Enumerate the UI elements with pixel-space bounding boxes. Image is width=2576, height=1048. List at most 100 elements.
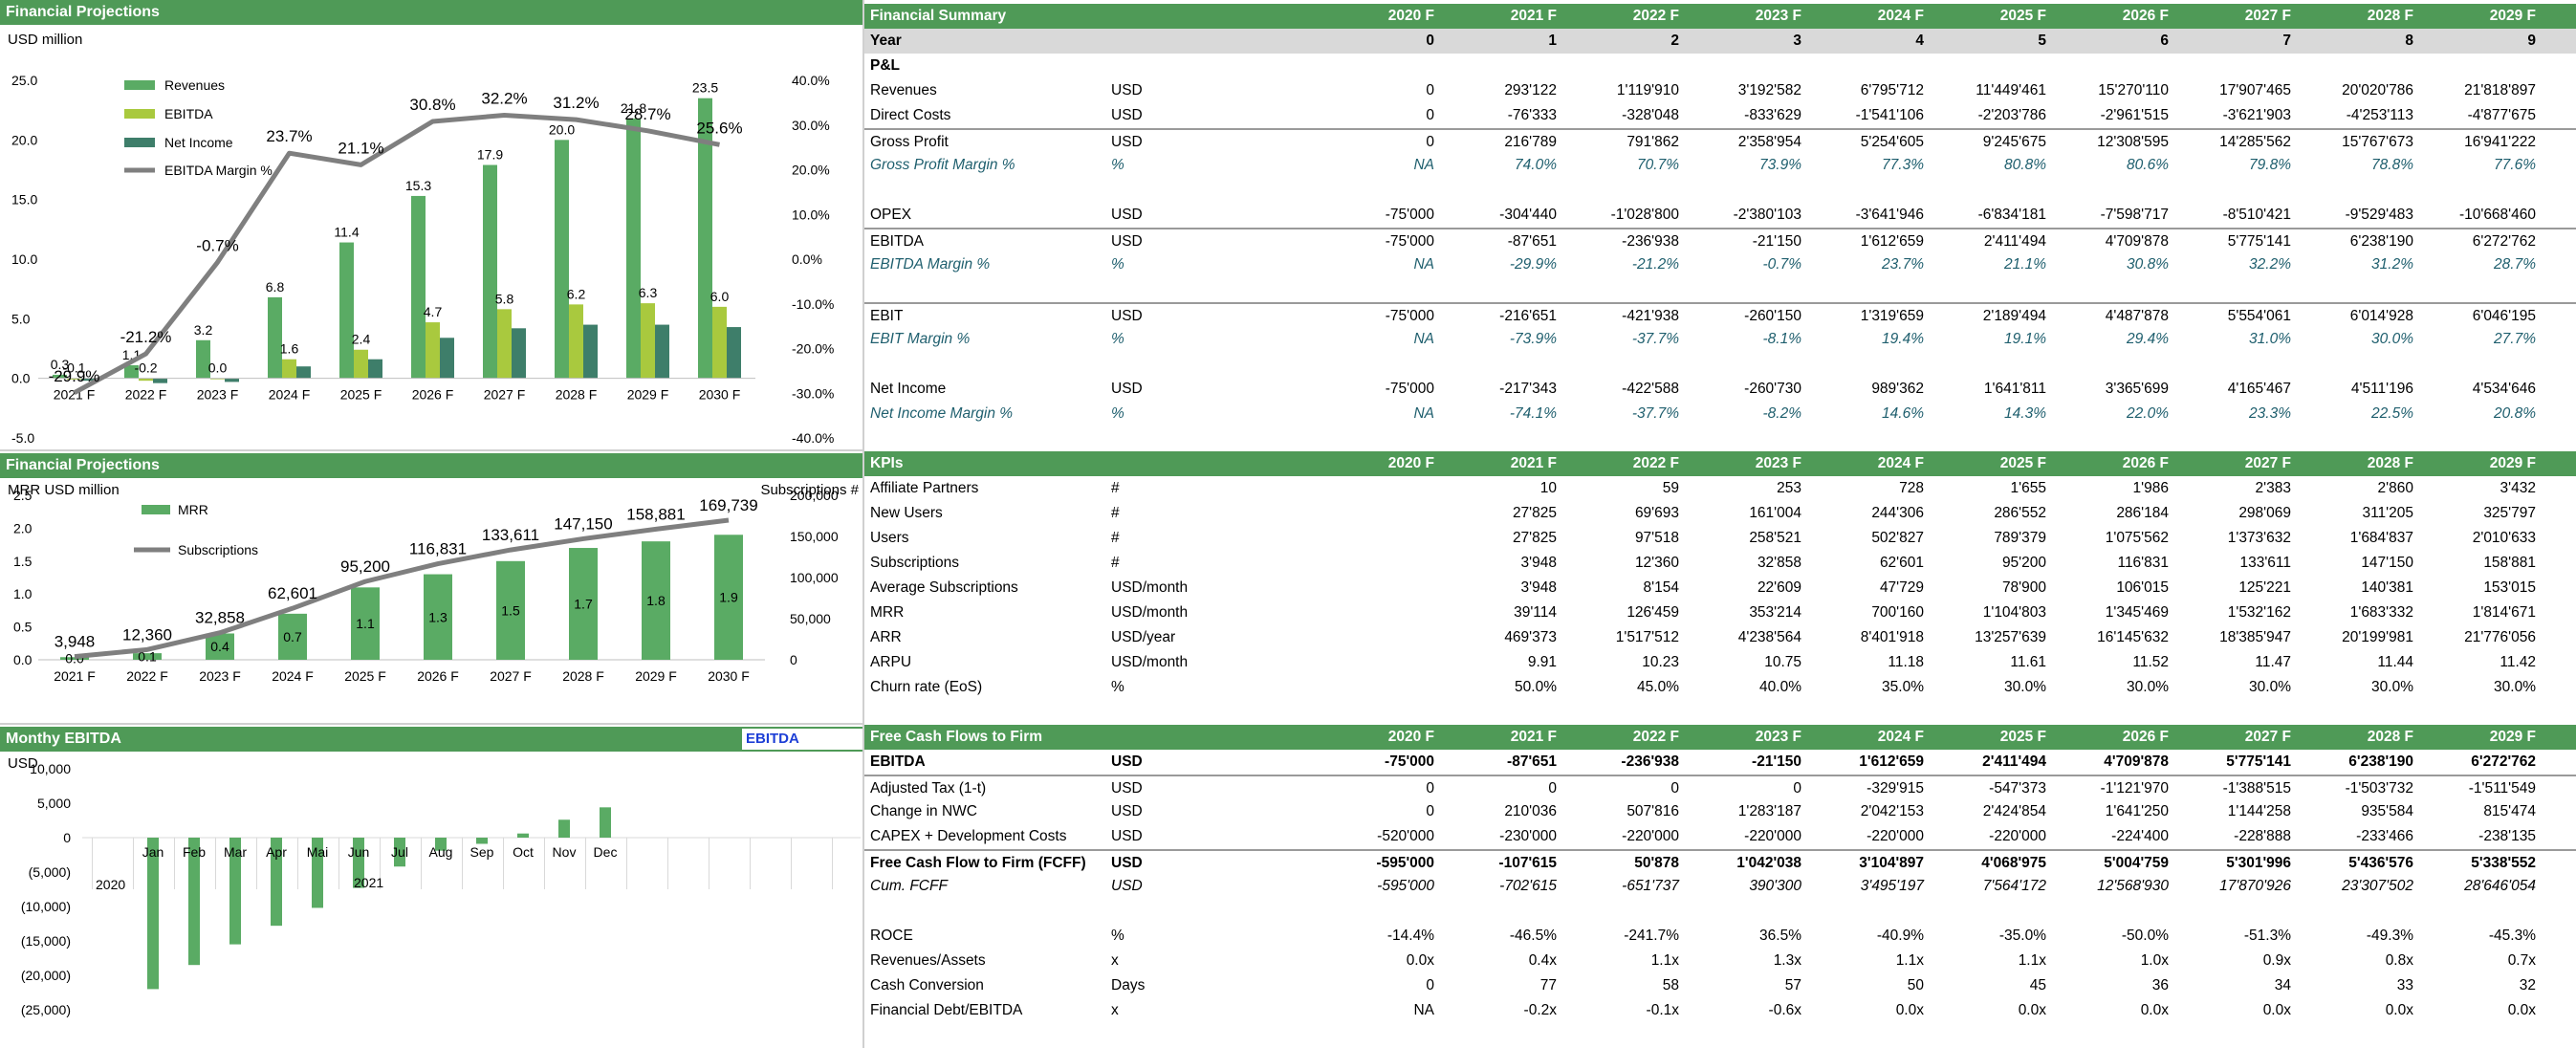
mrr-data-label: 1.7 <box>574 597 593 612</box>
margin-data-label: 31.2% <box>553 94 599 112</box>
cell-value: 5'770'594 <box>2534 304 2576 329</box>
year-header: 2024 F <box>1877 455 1924 471</box>
year-label: 2020 <box>96 877 125 892</box>
cell-value: 5'775'141 <box>2226 753 2291 770</box>
year-header: 2024 F <box>1877 729 1924 745</box>
cell-value: 30.0% <box>2494 679 2536 695</box>
cell-value: 6'014'928 <box>2349 308 2413 324</box>
table-row: EBITDA USD -75'000 -87'651 -236'938 -21'150 1'… <box>864 750 2576 775</box>
cell-value: 70.7% <box>1637 157 1679 173</box>
cell-value: -833'629 <box>1744 107 1801 123</box>
y-tick-label: 1.5 <box>13 554 33 569</box>
cell-value: NA <box>1413 1002 1434 1018</box>
cell-value: 15'270'110 <box>2098 82 2169 98</box>
row-unit: x <box>1111 1002 1119 1018</box>
x-tick-label: 2023 F <box>199 668 241 684</box>
table-row: Cum. FCFF USD -595'000 -702'615 -651'737 390'… <box>864 874 2576 899</box>
cell-value: 6'001'612 <box>2534 229 2576 254</box>
cell-value: 502'827 <box>1871 530 1924 546</box>
row-label: Year <box>870 33 902 49</box>
table-header-row: KPIs 2020 F 2021 F 2022 F 2023 F 2024 F 2025 F… <box>864 451 2576 476</box>
cell-value: 23'307'502 <box>2342 878 2413 894</box>
cell-value: 34 <box>2274 977 2291 993</box>
cell-value: 30.0% <box>2249 679 2291 695</box>
cell-value: 14'285'562 <box>2219 134 2291 150</box>
y-tick-label: 20.0 <box>11 132 37 147</box>
x-tick-label: 2021 F <box>54 387 96 403</box>
x-tick-label: Oct <box>513 844 534 860</box>
cell-value: 728 <box>1899 480 1924 496</box>
bar-net-income <box>512 328 526 379</box>
cell-value: 2 <box>1670 33 1679 49</box>
legend-label: EBITDA <box>164 106 213 121</box>
table-row: EBITDA USD -75'000 -87'651 -236'938 -21'150 1'… <box>864 228 2576 252</box>
cell-value: 0.7x <box>2534 949 2576 973</box>
cell-value: NA <box>1413 256 1434 273</box>
table-row: ROCE% -14.4% -46.5% -241.7% 36.5% -40.9% -35.0… <box>864 924 2576 949</box>
cell-value: 153'015 <box>2483 579 2536 596</box>
cell-value: 39'114 <box>1514 604 1557 621</box>
row-label: Cum. FCFF <box>870 878 948 894</box>
year-header: 2025 F <box>1999 8 2046 24</box>
cell-value: 23.3% <box>2249 405 2291 422</box>
row-label: Gross Profit <box>870 134 949 150</box>
row-unit: # <box>1111 505 1120 521</box>
cell-value: 0 <box>1670 780 1679 797</box>
bar-ebitda <box>497 309 512 379</box>
cell-value: 0.8x <box>2385 952 2413 969</box>
y2-tick-label: -20.0% <box>792 341 834 357</box>
cell-value: 74.0% <box>1515 157 1557 173</box>
cell-value: 14.6% <box>1882 405 1924 422</box>
bar-net-income <box>296 366 311 379</box>
row-label: ARPU <box>870 654 912 670</box>
cell-value: 8 <box>2405 33 2413 49</box>
cell-value: 0 <box>1426 82 1434 98</box>
cell-value: 5'067'437 <box>2534 851 2576 876</box>
cell-value: 325'797 <box>2483 505 2536 521</box>
panel-header: Monthy EBITDA <box>0 727 862 752</box>
table-row: Average Subscriptions USD/month 3'948 8'154… <box>864 576 2576 600</box>
cell-value: 2'424'854 <box>1982 803 2046 819</box>
cell-value: 32 <box>2534 973 2576 998</box>
row-unit: USD <box>1111 82 1143 98</box>
mrr-data-label: 1.8 <box>646 593 666 608</box>
mrr-projections-panel: Financial Projections MRR USD million Su… <box>0 453 862 721</box>
cell-value: 1'612'659 <box>1859 753 1924 770</box>
row-unit: # <box>1111 555 1120 571</box>
y-tick-label: (10,000) <box>21 899 71 914</box>
legend-label: Revenues <box>164 77 225 93</box>
x-tick-label: 2028 F <box>562 668 604 684</box>
bar-net-income <box>153 378 167 383</box>
y2-tick-label: 30.0% <box>792 118 830 133</box>
x-tick-label: Nov <box>553 844 577 860</box>
y-tick-label: (15,000) <box>21 933 71 949</box>
cell-value: 4'709'878 <box>2105 233 2169 250</box>
y-tick-label: (25,000) <box>21 1002 71 1017</box>
cell-value: 0.7x <box>2507 952 2536 969</box>
ebitda-selector[interactable]: EBITDA <box>742 729 862 750</box>
bar-net-income <box>583 324 598 379</box>
y2-tick-label: 10.0% <box>792 207 830 222</box>
cell-value: 3 <box>1793 33 1801 49</box>
cell-value: 5'301'996 <box>2226 855 2291 871</box>
cell-value: 11.18 <box>1888 654 1924 670</box>
margin-data-label: -21.2% <box>120 328 172 346</box>
legend-swatch <box>124 138 155 147</box>
table-header-row: Financial Summary 2020 F 2021 F 2022 F 2023 … <box>864 4 2576 29</box>
margin-data-label: 32.2% <box>481 89 527 107</box>
bar-revenues <box>555 140 569 379</box>
table-row: Cash Conversion Days 0 77 58 57 50 45 36 34 33 3232 <box>864 973 2576 998</box>
cell-value: -520'000 <box>1377 828 1434 844</box>
y-tick-label: (20,000) <box>21 968 71 983</box>
cell-value: 69'693 <box>1634 505 1679 521</box>
row-unit: # <box>1111 530 1120 546</box>
mrr-data-label: 0.0 <box>65 651 84 666</box>
cell-value: 10 <box>1539 480 1557 496</box>
row-unit: USD/month <box>1111 579 1189 596</box>
margin-data-label: -29.9% <box>49 367 100 385</box>
subscriptions-data-label: 169,739 <box>699 496 757 514</box>
year-header: 2023 F <box>1755 455 1801 471</box>
year-label: 2021 <box>354 875 383 890</box>
cell-value: 32 <box>2519 977 2536 993</box>
cell-value: -595'000 <box>1376 855 1434 871</box>
